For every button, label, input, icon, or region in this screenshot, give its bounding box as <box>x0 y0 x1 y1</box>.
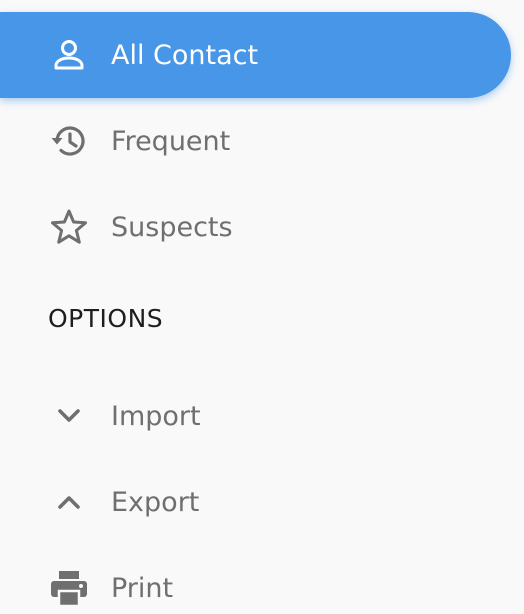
person-icon <box>48 34 90 76</box>
chevron-up-icon <box>48 481 90 523</box>
nav-item-label: Suspects <box>111 211 233 243</box>
option-item-import[interactable]: Import <box>0 373 300 459</box>
options-section-header: OPTIONS <box>48 304 164 333</box>
option-item-label: Export <box>111 486 200 518</box>
nav-item-label: Frequent <box>111 125 231 157</box>
option-item-label: Import <box>111 400 201 432</box>
nav-item-label: All Contact <box>111 39 259 71</box>
option-item-print[interactable]: Print <box>0 545 300 614</box>
option-item-export[interactable]: Export <box>0 459 300 545</box>
nav-item-frequent[interactable]: Frequent <box>0 98 300 184</box>
chevron-down-icon <box>48 395 90 437</box>
option-item-label: Print <box>111 572 174 604</box>
nav-item-suspects[interactable]: Suspects <box>0 184 300 270</box>
nav-item-all-contact[interactable]: All Contact <box>0 12 511 98</box>
navigation-drawer: All Contact Frequent Suspects OPTIONS Im… <box>0 0 524 614</box>
printer-icon <box>48 567 90 609</box>
history-icon <box>48 120 90 162</box>
star-outline-icon <box>48 206 90 248</box>
